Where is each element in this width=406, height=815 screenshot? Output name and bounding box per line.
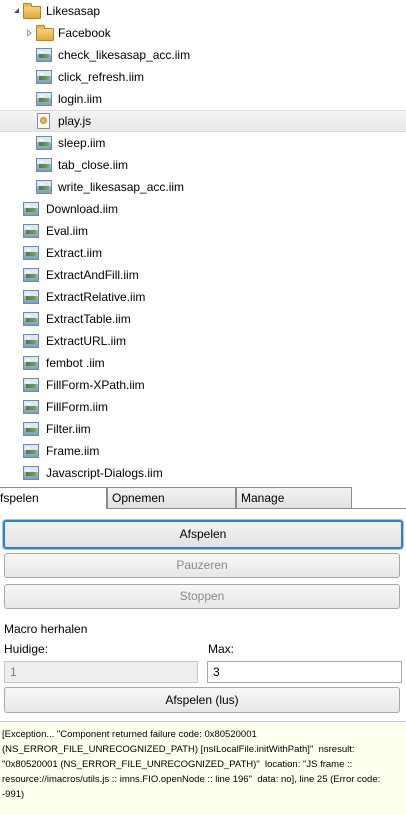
macro-file-icon [23, 224, 39, 238]
tree-item-label: check_likesasap_acc.iim [58, 48, 191, 62]
tab-bar: fspelen Opnemen Manage [0, 487, 406, 509]
max-loop-field[interactable]: 3 [207, 661, 402, 683]
macro-file-icon [23, 422, 39, 436]
error-log: [Exception... "Component returned failur… [0, 721, 406, 815]
pause-button[interactable]: Pauzeren [4, 553, 400, 578]
folder-icon [23, 3, 41, 19]
tree-item-write-likesasap-acc[interactable]: write_likesasap_acc.iim [0, 176, 406, 198]
play-button[interactable]: Afspelen [3, 520, 403, 549]
macro-file-icon [23, 268, 39, 282]
tab-afspelen[interactable]: fspelen [0, 487, 107, 509]
tree-item-likesasap[interactable]: Likesasap [0, 0, 406, 22]
tree-item-label: ExtractURL.iim [46, 334, 127, 348]
tree-item-label: Frame.iim [46, 444, 100, 458]
tree-item-extract-and-fill[interactable]: ExtractAndFill.iim [0, 264, 406, 286]
tree-item-label: Facebook [58, 26, 111, 40]
tree-item-filter[interactable]: Filter.iim [0, 418, 406, 440]
tree-item-tab-close[interactable]: tab_close.iim [0, 154, 406, 176]
tree-item-download[interactable]: Download.iim [0, 198, 406, 220]
macro-file-icon [23, 202, 39, 216]
tree-item-check-likesasap-acc[interactable]: check_likesasap_acc.iim [0, 44, 406, 66]
tree-item-label: ExtractTable.iim [46, 312, 131, 326]
macro-file-icon [23, 334, 39, 348]
stop-button[interactable]: Stoppen [4, 584, 400, 609]
play-loop-button[interactable]: Afspelen (lus) [4, 687, 400, 713]
tree-item-sleep[interactable]: sleep.iim [0, 132, 406, 154]
tree-item-login[interactable]: login.iim [0, 88, 406, 110]
tree-item-label: Download.iim [46, 202, 119, 216]
tree-item-extract-url[interactable]: ExtractURL.iim [0, 330, 406, 352]
tab-manage[interactable]: Manage [236, 487, 352, 508]
tree-item-fillform[interactable]: FillForm.iim [0, 396, 406, 418]
tree-item-click-refresh[interactable]: click_refresh.iim [0, 66, 406, 88]
tree-item-label: tab_close.iim [58, 158, 129, 172]
folder-icon [36, 25, 54, 41]
collapse-arrow-icon[interactable] [26, 29, 34, 37]
tree-item-label: Eval.iim [46, 224, 89, 238]
max-label: Max: [208, 642, 235, 656]
tree-item-label: Javascript-Dialogs.iim [46, 466, 163, 480]
tree-item-extract-table[interactable]: ExtractTable.iim [0, 308, 406, 330]
tree-item-label: play.js [58, 114, 92, 128]
macro-file-icon [23, 400, 39, 414]
tree-item-label: Filter.iim [46, 422, 91, 436]
tree-item-label: sleep.iim [58, 136, 106, 150]
tree-item-label: ExtractRelative.iim [46, 290, 146, 304]
tree-item-label: Likesasap [46, 4, 101, 18]
macro-file-icon [36, 180, 52, 194]
tree-item-extract-relative[interactable]: ExtractRelative.iim [0, 286, 406, 308]
current-loop-field: 1 [4, 661, 198, 683]
tree-item-fillform-xpath[interactable]: FillForm-XPath.iim [0, 374, 406, 396]
macro-file-icon [23, 466, 39, 480]
macro-file-icon [36, 136, 52, 150]
loop-heading: Macro herhalen [4, 622, 88, 636]
macro-file-icon [36, 92, 52, 106]
tree-item-label: fembot .iim [46, 356, 105, 370]
script-file-icon [37, 113, 50, 129]
macro-file-icon [36, 158, 52, 172]
macro-file-icon [36, 70, 52, 84]
tree-item-play-js[interactable]: play.js [0, 110, 406, 132]
macro-file-icon [23, 312, 39, 326]
tree-item-extract[interactable]: Extract.iim [0, 242, 406, 264]
expand-arrow-icon[interactable] [14, 7, 22, 15]
macro-file-icon [23, 290, 39, 304]
macro-file-icon [36, 48, 52, 62]
tree-item-label: FillForm.iim [46, 400, 108, 414]
tree-item-label: Extract.iim [46, 246, 103, 260]
tree-item-label: FillForm-XPath.iim [46, 378, 145, 392]
tree-item-label: ExtractAndFill.iim [46, 268, 139, 282]
tree-item-label: write_likesasap_acc.iim [58, 180, 185, 194]
current-label: Huidige: [4, 642, 49, 656]
tree-item-javascript-dialogs[interactable]: Javascript-Dialogs.iim [0, 462, 406, 482]
tree-item-fembot[interactable]: fembot .iim [0, 352, 406, 374]
tab-opnemen[interactable]: Opnemen [107, 487, 236, 508]
tree-item-label: click_refresh.iim [58, 70, 145, 84]
macro-file-icon [23, 378, 39, 392]
macro-file-icon [23, 444, 39, 458]
tree-item-frame[interactable]: Frame.iim [0, 440, 406, 462]
macro-file-icon [23, 246, 39, 260]
tree-item-facebook[interactable]: Facebook [0, 22, 406, 44]
tree-item-label: login.iim [58, 92, 103, 106]
macro-file-icon [23, 356, 39, 370]
tree-item-eval[interactable]: Eval.iim [0, 220, 406, 242]
macro-tree[interactable]: Likesasap Facebook check_likesasap_acc.i… [0, 0, 406, 482]
